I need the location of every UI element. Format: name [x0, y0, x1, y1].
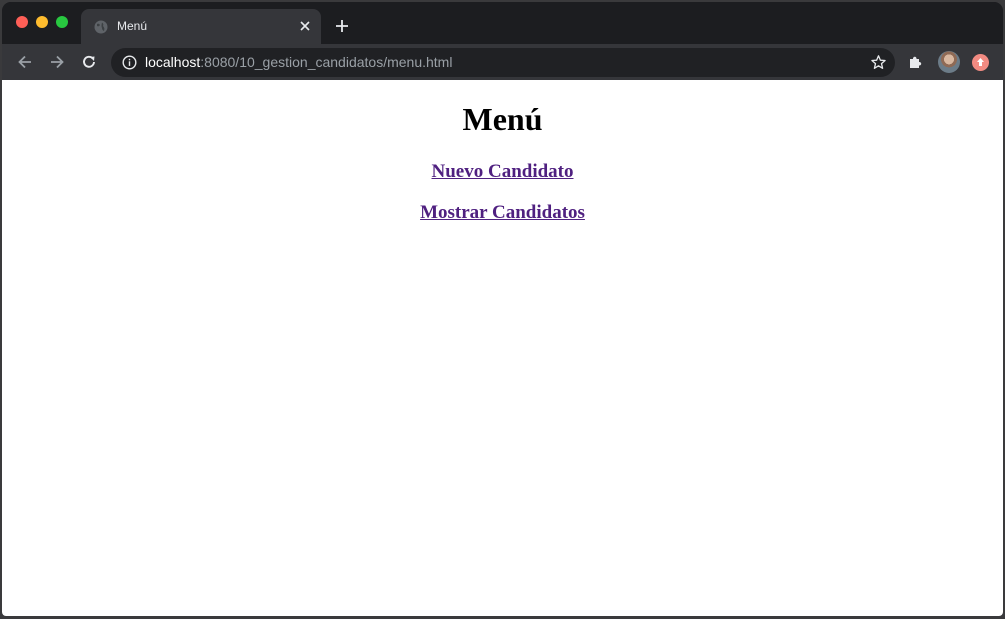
puzzle-icon[interactable] [907, 54, 924, 71]
globe-icon [94, 20, 108, 34]
nuevo-candidato-link[interactable]: Nuevo Candidato [432, 161, 574, 182]
page-viewport: Menú Nuevo Candidato Mostrar Candidatos [2, 80, 1003, 616]
toolbar: localhost:8080/10_gestion_candidatos/men… [2, 44, 1003, 80]
url-path: :8080/10_gestion_candidatos/menu.html [200, 54, 453, 70]
tab-strip: Menú [2, 2, 1003, 44]
maximize-window-button[interactable] [56, 16, 68, 28]
avatar[interactable] [938, 51, 960, 73]
info-icon[interactable] [122, 55, 137, 70]
browser-window: Menú localhost:8080/10_gestion_candidato… [2, 2, 1003, 616]
close-window-button[interactable] [16, 16, 28, 28]
url-host: localhost [145, 54, 201, 70]
arrow-left-icon[interactable] [16, 53, 34, 71]
close-icon[interactable] [298, 19, 312, 33]
mostrar-candidatos-link[interactable]: Mostrar Candidatos [420, 202, 585, 223]
update-icon[interactable] [972, 54, 989, 71]
tab-title: Menú [117, 19, 148, 33]
plus-icon[interactable] [334, 18, 350, 34]
menu-item-nuevo-candidato: Nuevo Candidato [2, 161, 1003, 183]
minimize-window-button[interactable] [36, 16, 48, 28]
address-bar[interactable]: localhost:8080/10_gestion_candidatos/men… [111, 48, 895, 77]
url-text[interactable]: localhost:8080/10_gestion_candidatos/men… [145, 54, 452, 70]
reload-icon[interactable] [80, 53, 98, 71]
arrow-right-icon[interactable] [48, 53, 66, 71]
star-icon[interactable] [870, 54, 887, 71]
tab-menu[interactable]: Menú [81, 9, 321, 44]
page-title: Menú [462, 101, 543, 137]
menu-item-mostrar-candidatos: Mostrar Candidatos [2, 202, 1003, 224]
